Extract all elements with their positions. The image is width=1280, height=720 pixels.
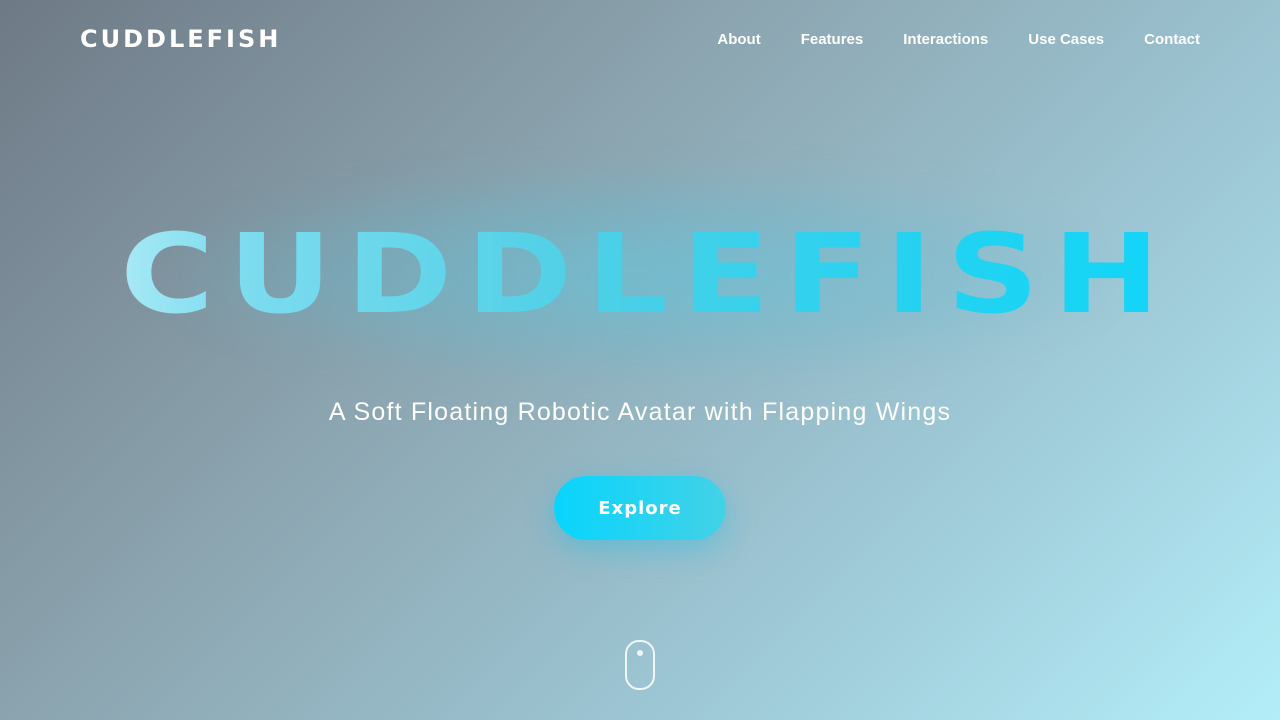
explore-button[interactable]: Explore [554, 476, 726, 540]
nav-link-features[interactable]: Features [801, 31, 864, 48]
mouse-scroll-icon[interactable] [625, 640, 655, 690]
nav-link-use-cases[interactable]: Use Cases [1028, 31, 1104, 48]
hero-title: CUDDLEFISH [0, 214, 1280, 335]
hero-subtitle: A Soft Floating Robotic Avatar with Flap… [328, 398, 952, 426]
nav-link-contact[interactable]: Contact [1144, 31, 1200, 48]
logo[interactable]: CUDDLEFISH [80, 25, 281, 53]
nav-link-about[interactable]: About [717, 31, 760, 48]
nav-link-interactions[interactable]: Interactions [903, 31, 988, 48]
mouse-wheel-dot [637, 650, 643, 656]
navbar: CUDDLEFISH About Features Interactions U… [80, 22, 1200, 56]
nav-links: About Features Interactions Use Cases Co… [717, 31, 1200, 48]
